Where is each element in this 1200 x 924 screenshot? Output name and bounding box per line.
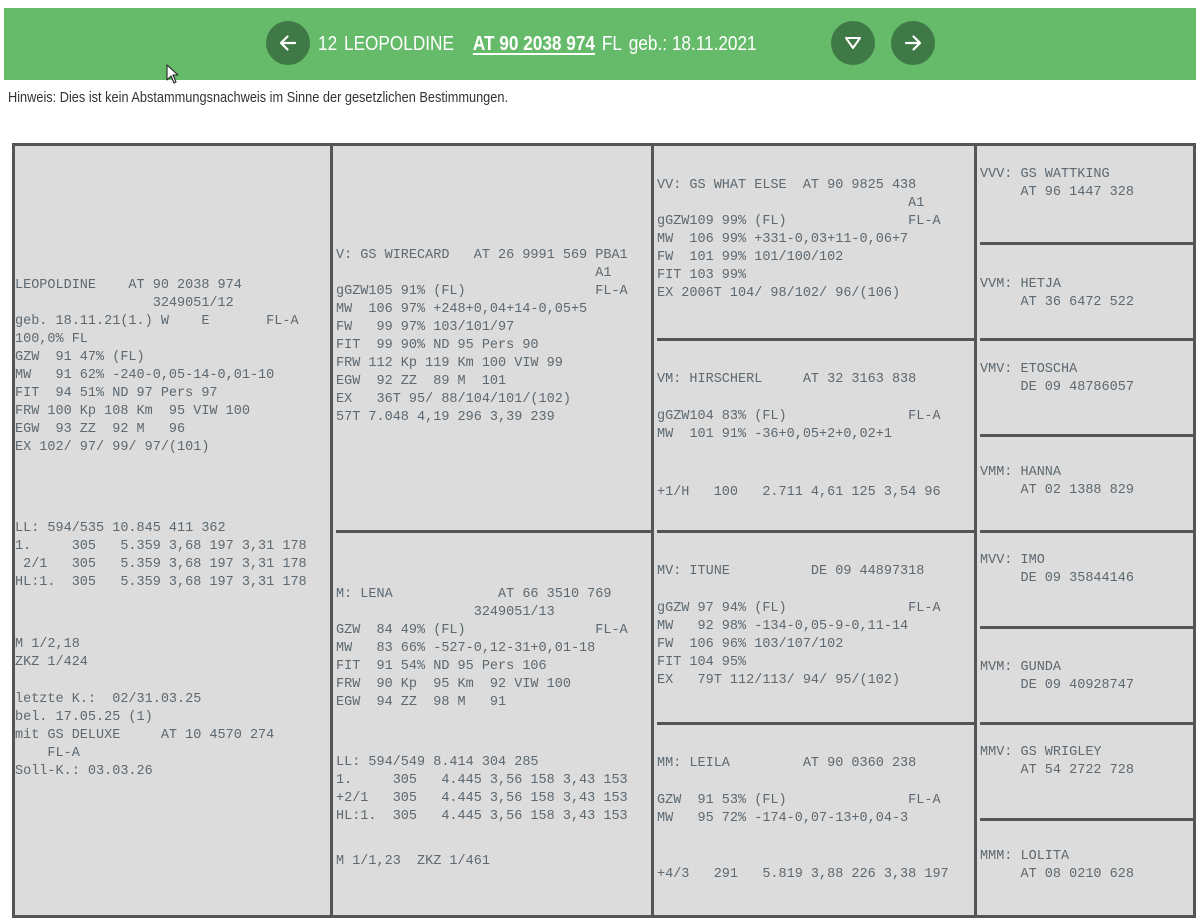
vm-title: VM: HIRSCHERL AT 32 3163 838 [657,372,917,387]
pedigree-grid: LEOPOLDINE AT 90 2038 974 3249051/12 geb… [12,143,1196,918]
birth-date: geb.: 18.11.2021 [628,33,757,55]
dam-lactation: LL: 594/549 8.414 304 285 1. 305 4.445 3… [336,755,628,824]
mm-info: GZW 91 53% (FL) FL-A MW 95 72% -174-0,07… [657,793,941,826]
mvm-info: MVM: GUNDA DE 09 40928747 [980,660,1134,693]
vvm-cell[interactable]: VVM: HETJA AT 36 6472 522 [980,242,1193,338]
dam-calving-index: M 1/1,23 ZKZ 1/461 [336,854,490,869]
vm-info: gGZW104 83% (FL) FL-A MW 101 91% -36+0,0… [657,409,941,442]
animal-number: 12 [318,33,338,55]
vmm-info: VMM: HANNA AT 02 1388 829 [980,465,1134,498]
animal-title: 12 LEOPOLDINE AT 90 2038 974 FL geb.: 18… [318,33,757,63]
arrow-right-icon [904,35,922,51]
vvm-info: VVM: HETJA AT 36 6472 522 [980,277,1134,310]
mm-lactation: +4/3 291 5.819 3,88 226 3,38 197 [657,867,949,882]
arrow-left-icon [279,35,297,51]
parents-column: V: GS WIRECARD AT 26 9991 569 PBA1 A1 gG… [336,146,654,915]
dam-info: M: LENA AT 66 3510 769 3249051/13 GZW 84… [336,587,628,710]
vmv-info: VMV: ETOSCHA DE 09 48786057 [980,362,1134,395]
mvm-cell[interactable]: MVM: GUNDA DE 09 40928747 [980,626,1193,722]
vv-info: VV: GS WHAT ELSE AT 90 9825 438 A1 gGZW1… [657,178,941,301]
vvv-cell[interactable]: VVV: GS WATTKING AT 96 1447 328 [980,146,1193,242]
great-grandparents-column: VVV: GS WATTKING AT 96 1447 328 VVM: HET… [980,146,1193,915]
sire-cell[interactable]: V: GS WIRECARD AT 26 9991 569 PBA1 A1 gG… [336,146,651,530]
animal-info: LEOPOLDINE AT 90 2038 974 3249051/12 geb… [15,278,299,455]
vm-cell[interactable]: VM: HIRSCHERL AT 32 3163 838 gGZW104 83%… [657,338,974,530]
mouse-cursor-icon [166,64,179,84]
mv-cell[interactable]: MV: ITUNE DE 09 44897318 gGZW 97 94% (FL… [657,530,974,722]
dropdown-toggle-button[interactable] [831,21,875,65]
mmv-cell[interactable]: MMV: GS WRIGLEY AT 54 2722 728 [980,722,1193,818]
vvv-info: VVV: GS WATTKING AT 96 1447 328 [980,167,1134,200]
mvv-cell[interactable]: MVV: IMO DE 09 35844146 [980,530,1193,626]
next-animal-button[interactable] [891,21,935,65]
mv-info: gGZW 97 94% (FL) FL-A MW 92 98% -134-0,0… [657,601,941,688]
previous-animal-button[interactable] [266,21,310,65]
mv-title: MV: ITUNE DE 09 44897318 [657,564,925,579]
header-bar: 12 LEOPOLDINE AT 90 2038 974 FL geb.: 18… [4,8,1196,80]
mmv-info: MMV: GS WRIGLEY AT 54 2722 728 [980,745,1134,778]
mvv-info: MVV: IMO DE 09 35844146 [980,553,1134,586]
vmv-cell[interactable]: VMV: ETOSCHA DE 09 48786057 [980,338,1193,434]
mm-title: MM: LEILA AT 90 0360 238 [657,756,917,771]
animal-calving-index: M 1/2,18 ZKZ 1/424 [15,637,88,670]
vmm-cell[interactable]: VMM: HANNA AT 02 1388 829 [980,434,1193,530]
mm-cell[interactable]: MM: LEILA AT 90 0360 238 GZW 91 53% (FL)… [657,722,974,915]
mmm-cell[interactable]: MMM: LOLITA AT 08 0210 628 [980,818,1193,915]
animal-insemination: letzte K.: 02/31.03.25 bel. 17.05.25 (1)… [15,692,275,779]
disclaimer-text: Hinweis: Dies ist kein Abstammungsnachwe… [8,90,509,106]
animal-lactation: LL: 594/535 10.845 411 362 1. 305 5.359 … [15,521,307,590]
mmm-info: MMM: LOLITA AT 08 0210 628 [980,849,1134,882]
grandparents-column: VV: GS WHAT ELSE AT 90 9825 438 A1 gGZW1… [657,146,977,915]
dam-cell[interactable]: M: LENA AT 66 3510 769 3249051/13 GZW 84… [336,530,651,915]
breed-label: FL [601,33,622,55]
sire-info: V: GS WIRECARD AT 26 9991 569 PBA1 A1 gG… [336,248,628,425]
vm-lactation: +1/H 100 2.711 4,61 125 3,54 96 [657,485,941,500]
animal-cell: LEOPOLDINE AT 90 2038 974 3249051/12 geb… [15,146,333,915]
animal-name: LEOPOLDINE [344,33,454,55]
vv-cell[interactable]: VV: GS WHAT ELSE AT 90 9825 438 A1 gGZW1… [657,146,974,338]
triangle-down-icon [845,37,861,49]
ear-tag-link[interactable]: AT 90 2038 974 [473,33,595,56]
